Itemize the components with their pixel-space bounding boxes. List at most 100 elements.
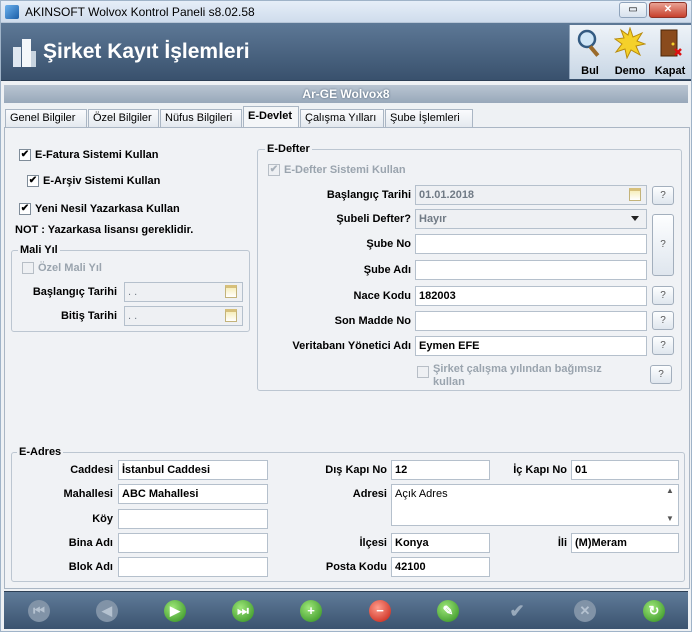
building-icon xyxy=(13,39,36,67)
dis-kapi-label: Dış Kapı No xyxy=(325,464,387,476)
app-window: AKINSOFT Wolvox Kontrol Paneli s8.02.58 … xyxy=(0,0,692,632)
demo-button[interactable]: Demo xyxy=(610,25,650,79)
mali-baslangic-label: Başlangıç Tarihi xyxy=(32,286,117,298)
restore-button[interactable]: ▭ xyxy=(619,2,647,18)
calendar-icon[interactable] xyxy=(225,285,237,298)
window-title: AKINSOFT Wolvox Kontrol Paneli s8.02.58 xyxy=(25,5,255,19)
prev-icon[interactable]: ◀ xyxy=(96,600,118,622)
kapat-label: Kapat xyxy=(654,65,686,77)
subeli-defter-label: Şubeli Defter? xyxy=(336,213,411,225)
posta-kodu-label: Posta Kodu xyxy=(325,561,387,573)
chevron-down-icon xyxy=(631,216,639,221)
calendar-icon[interactable] xyxy=(225,309,237,322)
sube-help-button[interactable]: ? xyxy=(652,214,674,276)
exit-door-icon xyxy=(660,29,682,57)
help-button[interactable]: ? xyxy=(652,186,674,205)
koy-field[interactable] xyxy=(118,509,268,529)
edefter-use-checkbox[interactable]: ✔ xyxy=(268,164,280,176)
ic-kapi-field[interactable]: 01 xyxy=(571,460,679,480)
demo-label: Demo xyxy=(614,65,646,77)
tab-nufus-bilgileri[interactable]: Nüfus Bilgileri xyxy=(160,109,242,127)
yonetici-field[interactable]: Eymen EFE xyxy=(415,336,647,356)
earsiv-label: E-Arşiv Sistemi Kullan xyxy=(43,175,161,187)
son-madde-help-button[interactable]: ? xyxy=(652,311,674,330)
nace-kodu-field[interactable]: 182003 xyxy=(415,286,647,306)
sube-no-label: Şube No xyxy=(366,238,411,250)
nace-help-button[interactable]: ? xyxy=(652,286,674,305)
mahallesi-field[interactable]: ABC Mahallesi xyxy=(118,484,268,504)
e-defter-title: E-Defter xyxy=(265,143,312,155)
yazarkasa-checkbox[interactable]: ✔ xyxy=(19,203,31,215)
ozel-mali-yil-checkbox[interactable] xyxy=(22,262,34,274)
bagimsiz-help-button[interactable]: ? xyxy=(650,365,672,384)
tab-ozel-bilgiler[interactable]: Özel Bilgiler xyxy=(88,109,159,127)
ilce-label: İlçesi xyxy=(359,537,387,549)
yazarkasa-label: Yeni Nesil Yazarkasa Kullan xyxy=(35,203,180,215)
ozel-mali-yil-label: Özel Mali Yıl xyxy=(38,262,102,274)
page-header: Şirket Kayıt İşlemleri Bul Demo Kapat xyxy=(1,23,691,81)
mali-yil-title: Mali Yıl xyxy=(18,244,60,256)
mali-bitis-label: Bitiş Tarihi xyxy=(60,310,117,322)
blok-adi-label: Blok Adı xyxy=(68,561,113,573)
il-label: İli xyxy=(557,537,567,549)
ilce-field[interactable]: Konya xyxy=(391,533,490,553)
posta-kodu-field[interactable]: 42100 xyxy=(391,557,490,577)
subeli-defter-select[interactable]: Hayır xyxy=(415,209,647,229)
caddesi-label: Caddesi xyxy=(70,464,113,476)
sube-no-field[interactable] xyxy=(415,234,647,254)
caddesi-field[interactable]: İstanbul Caddesi xyxy=(118,460,268,480)
close-button[interactable]: ✕ xyxy=(649,2,687,18)
bul-button[interactable]: Bul xyxy=(570,25,610,79)
refresh-icon[interactable]: ↻ xyxy=(643,600,665,622)
ic-kapi-label: İç Kapı No xyxy=(513,464,567,476)
son-madde-field[interactable] xyxy=(415,311,647,331)
bagimsiz-checkbox[interactable] xyxy=(417,366,429,378)
adres-label: Adresi xyxy=(352,488,387,500)
yonetici-help-button[interactable]: ? xyxy=(652,336,674,355)
efatura-checkbox[interactable]: ✔ xyxy=(19,149,31,161)
add-icon[interactable]: + xyxy=(300,600,322,622)
bina-adi-field[interactable] xyxy=(118,533,268,553)
header-toolbar: Bul Demo Kapat xyxy=(569,25,691,79)
search-icon xyxy=(577,29,600,57)
edit-icon[interactable]: ✎ xyxy=(437,600,459,622)
delete-icon[interactable]: − xyxy=(369,600,391,622)
il-field[interactable]: (M)Meram xyxy=(571,533,679,553)
page-title: Şirket Kayıt İşlemleri xyxy=(43,40,250,63)
tab-genel-bilgiler[interactable]: Genel Bilgiler xyxy=(5,109,87,127)
yonetici-label: Veritabanı Yönetici Adı xyxy=(292,340,411,352)
scroll-down-icon[interactable]: ▼ xyxy=(666,514,674,523)
calendar-icon[interactable] xyxy=(629,188,641,201)
app-icon xyxy=(5,5,19,19)
next-icon[interactable]: ▶ xyxy=(164,600,186,622)
tab-strip: Genel Bilgiler Özel Bilgiler Nüfus Bilgi… xyxy=(4,106,690,128)
edefter-baslangic-field[interactable]: 01.01.2018 xyxy=(415,185,647,205)
son-madde-label: Son Madde No xyxy=(334,315,411,327)
bagimsiz-label-1: Şirket çalışma yılından bağımsız xyxy=(433,363,602,375)
scroll-up-icon[interactable]: ▲ xyxy=(666,486,674,495)
tab-e-devlet[interactable]: E-Devlet xyxy=(243,106,299,128)
first-icon[interactable]: ⏮ xyxy=(28,600,50,622)
company-subheader: Ar-GE Wolvox8 xyxy=(4,85,688,103)
sube-adi-field[interactable] xyxy=(415,260,647,280)
e-adres-title: E-Adres xyxy=(17,446,64,458)
kapat-button[interactable]: Kapat xyxy=(650,25,690,79)
bina-adi-label: Bina Adı xyxy=(68,537,113,549)
cancel-icon[interactable]: ✕ xyxy=(574,600,596,622)
tab-sube-islemleri[interactable]: Şube İşlemleri xyxy=(385,109,473,127)
confirm-icon[interactable]: ✔ xyxy=(506,600,528,622)
blok-adi-field[interactable] xyxy=(118,557,268,577)
title-bar: AKINSOFT Wolvox Kontrol Paneli s8.02.58 … xyxy=(1,1,691,23)
koy-label: Köy xyxy=(92,513,113,525)
sube-adi-label: Şube Adı xyxy=(363,264,411,276)
last-icon[interactable]: ⏭ xyxy=(232,600,254,622)
bagimsiz-label-2: kullan xyxy=(433,376,465,388)
earsiv-checkbox[interactable]: ✔ xyxy=(27,175,39,187)
tab-calisma-yillari[interactable]: Çalışma Yılları xyxy=(300,109,384,127)
burst-icon xyxy=(613,26,647,60)
adres-textarea[interactable]: Açık Adres xyxy=(391,484,679,526)
yazarkasa-note: NOT : Yazarkasa lisansı gereklidir. xyxy=(15,224,194,236)
bul-label: Bul xyxy=(581,65,599,77)
dis-kapi-field[interactable]: 12 xyxy=(391,460,490,480)
edefter-baslangic-label: Başlangıç Tarihi xyxy=(326,189,411,201)
